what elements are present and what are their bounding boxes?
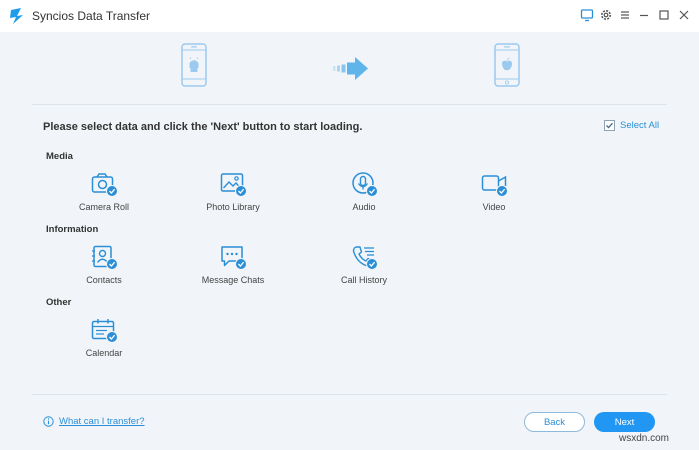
data-item-photo-library[interactable]: Photo Library (183, 172, 283, 218)
gear-icon (601, 10, 611, 20)
back-button[interactable]: Back (524, 412, 585, 432)
data-item-camera-roll[interactable]: Camera Roll (54, 172, 154, 218)
next-button[interactable]: Next (594, 412, 655, 432)
microphone-icon (352, 172, 378, 197)
select-all-label: Select All (620, 120, 660, 131)
checkbox-checked[interactable] (604, 120, 615, 131)
header-divider (32, 104, 667, 105)
monitor-icon (580, 9, 594, 22)
minimize-button[interactable] (636, 7, 652, 23)
info-icon (43, 416, 54, 427)
data-item-label: Audio (352, 202, 376, 212)
data-item-label: Message Chats (201, 275, 265, 285)
data-item-label: Camera Roll (78, 202, 129, 212)
section-label-information: Information (46, 224, 99, 235)
watermark-text: wsxdn.com (619, 433, 670, 444)
data-item-label: Calendar (85, 348, 123, 358)
instruction-text: Please select data and click the 'Next' … (43, 121, 363, 133)
call-history-icon (352, 246, 378, 270)
menu-button[interactable] (617, 7, 633, 23)
maximize-icon (659, 10, 669, 20)
syncios-logo-icon (10, 8, 23, 24)
select-all-checkbox[interactable]: Select All (604, 120, 659, 131)
what-can-i-transfer-link[interactable]: What can I transfer? (43, 416, 145, 427)
contacts-icon (92, 245, 118, 270)
iphone-icon (494, 43, 520, 87)
section-label-other: Other (46, 297, 72, 308)
photo-library-icon (220, 173, 247, 197)
checkmark-icon (606, 122, 613, 129)
data-item-label: Photo Library (206, 202, 260, 212)
settings-button[interactable] (598, 7, 614, 23)
feedback-button[interactable] (579, 7, 595, 23)
close-icon (679, 10, 689, 20)
window-title: Syncios Data Transfer (32, 9, 151, 23)
data-item-video[interactable]: Video (444, 172, 544, 218)
section-label-media: Media (46, 151, 73, 162)
data-item-label: Contacts (86, 275, 122, 285)
data-item-contacts[interactable]: Contacts (54, 245, 154, 291)
calendar-icon (91, 319, 118, 343)
data-item-message-chats[interactable]: Message Chats (183, 245, 283, 291)
minimize-icon (640, 14, 648, 17)
maximize-button[interactable] (656, 7, 672, 23)
android-phone-icon (181, 43, 207, 87)
hamburger-menu-icon (621, 11, 629, 19)
message-chat-icon (221, 246, 247, 270)
data-item-label: Call History (340, 275, 387, 285)
data-item-calendar[interactable]: Calendar (54, 318, 154, 364)
transfer-direction-header (0, 32, 699, 104)
data-item-audio[interactable]: Audio (314, 172, 414, 218)
camera-icon (91, 173, 118, 197)
video-camera-icon (481, 175, 508, 197)
help-link-text[interactable]: What can I transfer? (59, 416, 145, 427)
footer-divider (32, 394, 667, 395)
data-item-label: Video (482, 202, 506, 212)
data-item-call-history[interactable]: Call History (314, 245, 414, 291)
close-button[interactable] (676, 7, 692, 23)
transfer-arrow-icon (333, 57, 368, 80)
title-bar: Syncios Data Transfer (0, 0, 699, 32)
